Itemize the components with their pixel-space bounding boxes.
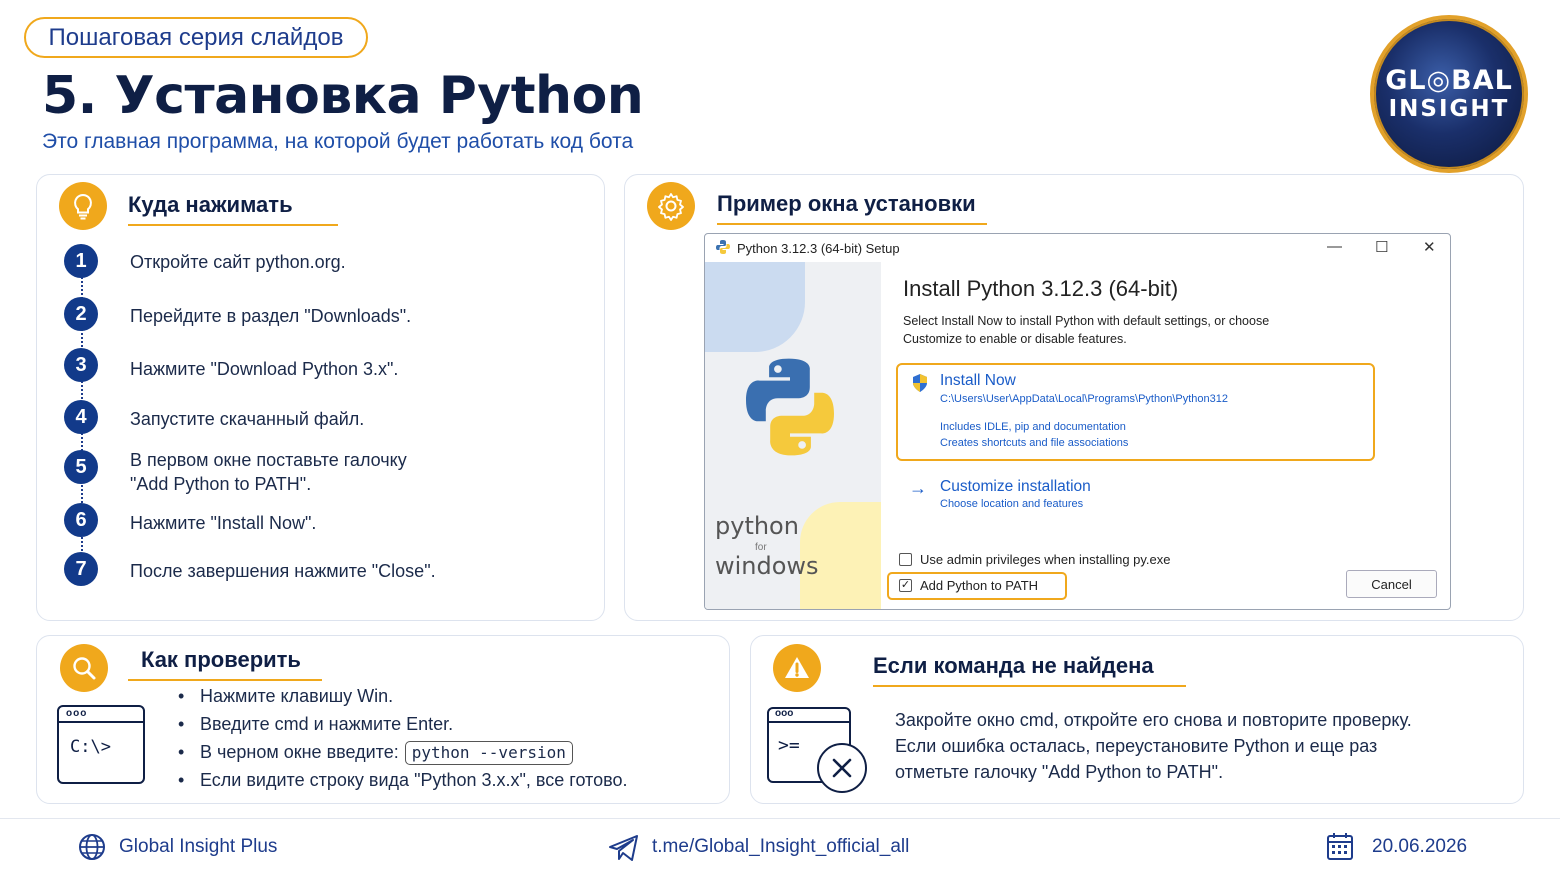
where-to-click-card: [36, 174, 605, 621]
python-large-logo-icon: [746, 358, 834, 456]
customize-installation-link[interactable]: Customize installation: [940, 478, 1091, 496]
check-step-2: Введите cmd и нажмите Enter.: [200, 714, 454, 734]
footer-telegram-link[interactable]: t.me/Global_Insight_official_all: [652, 836, 909, 858]
arrow-right-icon: →: [909, 478, 927, 498]
step-number-4: 4: [64, 400, 98, 434]
admin-privileges-label: Use admin privileges when installing py.…: [920, 552, 1171, 567]
cmd-window-icon: ooo C:\>: [57, 705, 145, 784]
install-path: C:\Users\User\AppData\Local\Programs\Pyt…: [940, 393, 1228, 405]
calendar-icon: [1326, 831, 1354, 866]
step-number-2: 2: [64, 297, 98, 331]
terminal-prompt: >=: [778, 735, 800, 756]
installer-sidebar: python for windows: [705, 262, 881, 609]
installer-main-title: Install Python 3.12.3 (64-bit): [903, 276, 1179, 301]
check-step-3: В черном окне введите:: [200, 742, 399, 762]
cmd-window-bar: [59, 721, 143, 723]
not-found-line2: Если ошибка осталась, переустановите Pyt…: [895, 736, 1378, 756]
step-text-7: После завершения нажмите "Close".: [130, 561, 436, 581]
check-step-4: Если видите строку вида "Python 3.x.x", …: [200, 770, 628, 790]
side-windows-text: windows: [715, 552, 819, 580]
page-title: 5. Установка Python: [42, 66, 644, 126]
check-steps-list: Нажмите клавишу Win. Введите cmd и нажми…: [178, 683, 627, 795]
step-text-3: Нажмите "Download Python 3.x".: [130, 359, 399, 379]
installer-description: Select Install Now to install Python wit…: [903, 312, 1333, 348]
series-label: Пошаговая серия слайдов: [24, 17, 368, 58]
lightbulb-icon: [59, 182, 107, 230]
global-insight-logo: GL◎BAL INSIGHT: [1370, 15, 1528, 173]
installer-example-title: Пример окна установки: [717, 191, 987, 225]
not-found-line3: отметьте галочку "Add Python to PATH".: [895, 762, 1224, 782]
how-to-check-title: Как проверить: [128, 647, 322, 681]
installer-desc-line1: Select Install Now to install Python wit…: [903, 314, 1270, 328]
python-logo-icon: [715, 239, 731, 258]
python-version-code: python --version: [404, 741, 573, 765]
cmd-prompt: C:\>: [70, 737, 111, 757]
list-item: Нажмите клавишу Win.: [178, 683, 627, 711]
check-step-1: Нажмите клавишу Win.: [200, 686, 394, 706]
step-text-1: Откройте сайт python.org.: [130, 252, 346, 272]
installer-window-title: Python 3.12.3 (64-bit) Setup: [737, 240, 900, 256]
customize-sub: Choose location and features: [940, 498, 1084, 510]
install-now-link[interactable]: Install Now: [940, 372, 1016, 390]
where-to-click-title: Куда нажимать: [128, 192, 338, 226]
maximize-button[interactable]: ☐: [1375, 238, 1388, 256]
minimize-button[interactable]: —: [1327, 238, 1342, 255]
close-button[interactable]: ✕: [1423, 238, 1436, 256]
step-text-5: В первом окне поставьте галочку: [130, 450, 407, 470]
terminal-dots: ooo: [775, 708, 794, 719]
add-to-path-label: Add Python to PATH: [920, 578, 1039, 593]
add-to-path-checkbox[interactable]: ✓: [899, 579, 912, 592]
step-number-3: 3: [64, 348, 98, 382]
step-number-7: 7: [64, 552, 98, 586]
error-x-icon: [817, 743, 867, 793]
warning-icon: [773, 644, 821, 692]
admin-privileges-checkbox[interactable]: [899, 553, 912, 566]
install-info-line2: Creates shortcuts and file associations: [940, 437, 1129, 449]
step-text-2: Перейдите в раздел "Downloads".: [130, 306, 412, 326]
footer-divider: [0, 818, 1560, 819]
install-info: Includes IDLE, pip and documentation Cre…: [940, 419, 1128, 451]
list-item: Если видите строку вида "Python 3.x.x", …: [178, 767, 627, 795]
step-text-4: Запустите скачанный файл.: [130, 409, 365, 429]
list-item: Введите cmd и нажмите Enter.: [178, 711, 627, 739]
page-subtitle: Это главная программа, на которой будет …: [42, 130, 634, 153]
step-number-6: 6: [64, 503, 98, 537]
sidebar-decor-blue: [705, 262, 805, 352]
logo-line1: GL◎BAL: [1385, 65, 1513, 96]
terminal-error-icon: ooo >=: [767, 707, 871, 793]
installer-desc-line2: Customize to enable or disable features.: [903, 332, 1127, 346]
gear-icon: [647, 182, 695, 230]
not-found-text: Закройте окно cmd, откройте его снова и …: [895, 707, 1495, 785]
telegram-icon: [608, 834, 640, 867]
globe-icon: [78, 833, 106, 866]
not-found-title: Если команда не найдена: [873, 653, 1186, 687]
cmd-window-dots: ooo: [66, 708, 88, 719]
cancel-button[interactable]: Cancel: [1346, 570, 1437, 598]
step-number-1: 1: [64, 244, 98, 278]
side-python-text: python: [715, 512, 799, 540]
shield-icon: [911, 373, 929, 398]
list-item: В черном окне введите:python --version: [178, 739, 627, 767]
logo-line2: INSIGHT: [1388, 96, 1510, 122]
not-found-line1: Закройте окно cmd, откройте его снова и …: [895, 710, 1412, 730]
step-text-6: Нажмите "Install Now".: [130, 513, 317, 533]
footer-brand: Global Insight Plus: [119, 836, 278, 857]
search-icon: [60, 644, 108, 692]
footer-date: 20.06.2026: [1372, 836, 1468, 857]
step-text-5-line2: "Add Python to PATH".: [130, 474, 312, 494]
installer-titlebar: Python 3.12.3 (64-bit) Setup — ☐ ✕: [705, 234, 1450, 262]
step-number-5: 5: [64, 450, 98, 484]
install-info-line1: Includes IDLE, pip and documentation: [940, 421, 1126, 433]
